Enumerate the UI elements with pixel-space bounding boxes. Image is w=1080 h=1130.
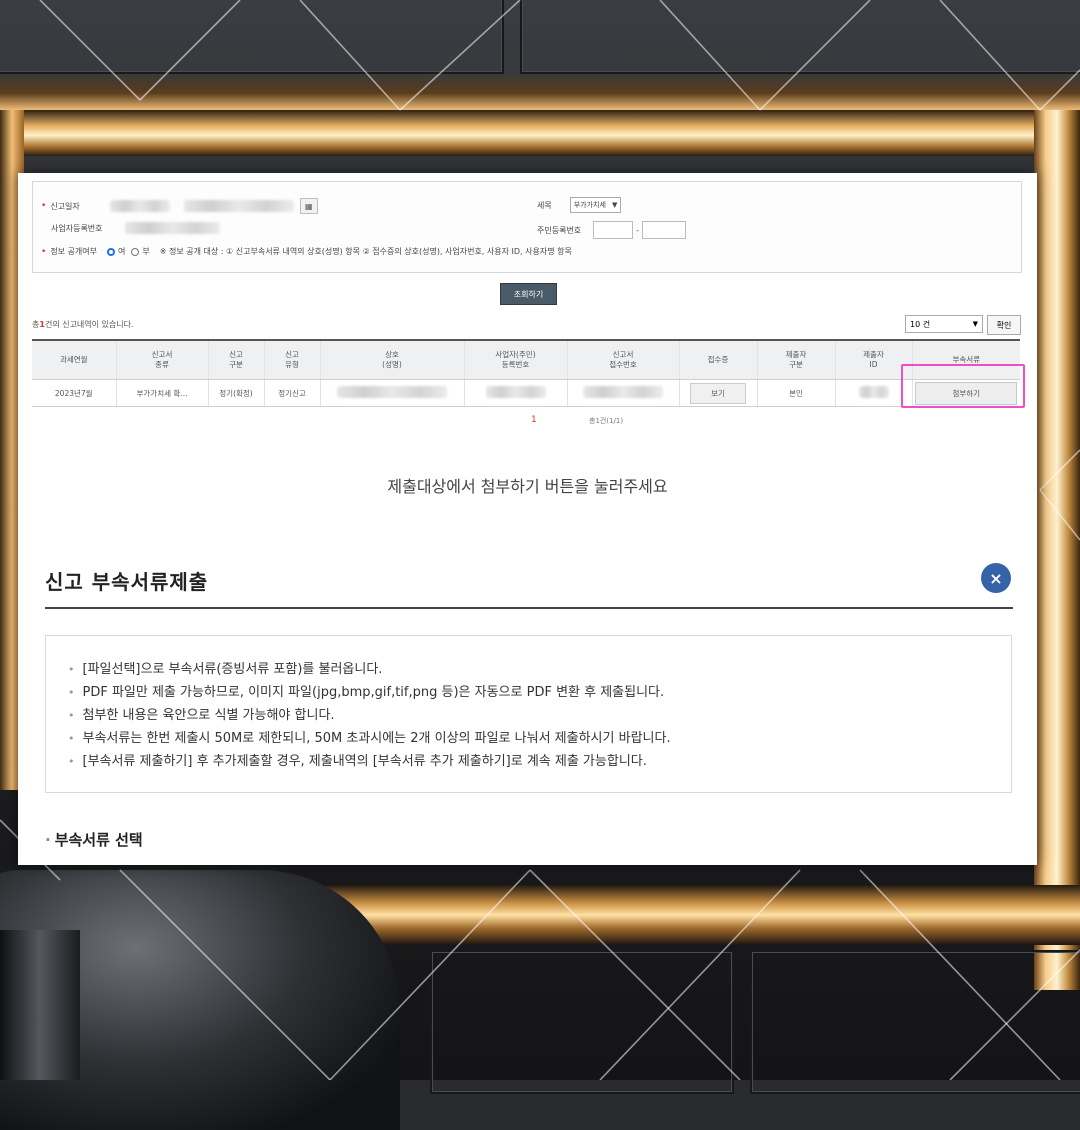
biz-no-cell (463, 379, 567, 407)
calendar-icon[interactable]: ▦ (299, 198, 318, 214)
notice-item: PDF 파일만 제출 가능하므로, 이미지 파일(jpg,bmp,gif,tif… (68, 681, 1011, 704)
view-receipt-button[interactable]: 보기 (690, 382, 746, 404)
modal-title: 신고 부속서류제출 (45, 570, 209, 594)
receipt-no-cell (566, 379, 679, 407)
tax-type-label: 세목 (537, 200, 552, 210)
col-header: 사업자(주민) 등록번호 (463, 339, 567, 380)
resident-no-back-input[interactable] (642, 221, 687, 239)
notice-item: [파일선택]으로 부속서류(증빙서류 포함)를 불러옵니다. (68, 658, 1011, 681)
period-cell: 2023년7월 (32, 379, 116, 407)
table-header-row: 과세연월 신고서 종류 신고 구분 신고 유형 상호 (성명) 사업자(주민) 등록번호 … (32, 339, 1020, 380)
disclosure-no-radio[interactable] (131, 247, 140, 256)
instruction-text: 제출대상에서 첨부하기 버튼을 눌러주세요 (387, 477, 668, 496)
disclosure-label: 정보 공개여부 (50, 247, 98, 256)
col-header: 신고서 종류 (115, 339, 208, 380)
confirm-button[interactable]: 확인 (987, 315, 1021, 335)
col-header: 접수증 (678, 339, 757, 380)
report-table: 과세연월 신고서 종류 신고 구분 신고 유형 상호 (성명) 사업자(주민) 등록번호 … (32, 339, 1020, 407)
report-date-end-field[interactable] (183, 200, 294, 212)
search-form: • 신고일자 ▦ 세목 부가가치세 ▼ 사업자등록번호 주민등록번호 - • 정… (32, 181, 1022, 273)
submitter-div-cell: 본인 (756, 379, 835, 407)
chevron-down-icon: ▼ (972, 320, 978, 328)
tax-type-row: 세목 부가가치세 ▼ (537, 197, 622, 213)
pagination-current[interactable]: 1 (531, 415, 537, 425)
page-size-select[interactable]: 10 건 ▼ (905, 315, 983, 333)
chevron-down-icon: ▼ (611, 201, 618, 209)
notice-item: [부속서류 제출하기] 후 추가제출할 경우, 제출내역의 [부속서류 추가 제… (68, 750, 1011, 773)
result-count: 총1건의 신고내역이 있습니다. (32, 320, 134, 329)
tax-type-select[interactable]: 부가가치세 ▼ (569, 197, 622, 213)
close-icon[interactable]: × (981, 563, 1011, 593)
col-header: 신고 구분 (207, 339, 264, 380)
biz-no-field[interactable] (124, 222, 220, 234)
resident-no-row: 주민등록번호 - (537, 221, 687, 239)
biz-no-row: 사업자등록번호 (51, 222, 220, 234)
hometax-screenshot: • 신고일자 ▦ 세목 부가가치세 ▼ 사업자등록번호 주민등록번호 - • 정… (18, 173, 1037, 865)
notice-item: 첨부한 내용은 육안으로 식별 가능해야 합니다. (68, 704, 1011, 727)
report-date-label: 신고일자 (50, 201, 80, 211)
resident-no-label: 주민등록번호 (537, 225, 582, 235)
attach-highlight-box (901, 364, 1025, 408)
col-header: 상호 (성명) (319, 339, 464, 380)
report-date-start-field[interactable] (109, 200, 170, 212)
report-div-cell: 정기(확정) (207, 379, 264, 407)
disclosure-note: ※ 정보 공개 대상 : ① 신고부속서류 내역의 상호(성명) 항목 ② 접수… (159, 247, 572, 256)
disclosure-row: • 정보 공개여부 여 부 ※ 정보 공개 대상 : ① 신고부속서류 내역의 … (41, 246, 572, 257)
report-date-row: • 신고일자 ▦ (41, 198, 318, 214)
col-header: 신고서 접수번호 (566, 339, 679, 380)
pagination-info: 총1건(1/1) (589, 417, 624, 425)
resident-no-front-input[interactable] (593, 221, 634, 239)
col-header: 제출자 구분 (756, 339, 835, 380)
biz-no-label: 사업자등록번호 (51, 223, 103, 233)
report-type-cell: 정기신고 (263, 379, 320, 407)
notice-box: [파일선택]으로 부속서류(증빙서류 포함)를 불러옵니다. PDF 파일만 제… (45, 635, 1012, 793)
notice-item: 부속서류는 한번 제출시 50M로 제한되니, 50M 초과시에는 2개 이상의… (68, 727, 1011, 750)
title-divider (45, 607, 1013, 609)
section-title: 부속서류 선택 (45, 829, 143, 850)
col-header: 신고 유형 (263, 339, 320, 380)
table-row: 2023년7월 부가가치세 확... 정기(확정) 정기신고 보기 본인 첨부하… (32, 379, 1020, 407)
company-name-cell (319, 379, 464, 407)
disclosure-yes-radio[interactable] (107, 247, 116, 256)
receipt-cell: 보기 (678, 379, 757, 407)
form-type-cell: 부가가치세 확... (115, 379, 208, 407)
search-button[interactable]: 조회하기 (500, 283, 557, 305)
col-header: 과세연월 (32, 339, 116, 380)
